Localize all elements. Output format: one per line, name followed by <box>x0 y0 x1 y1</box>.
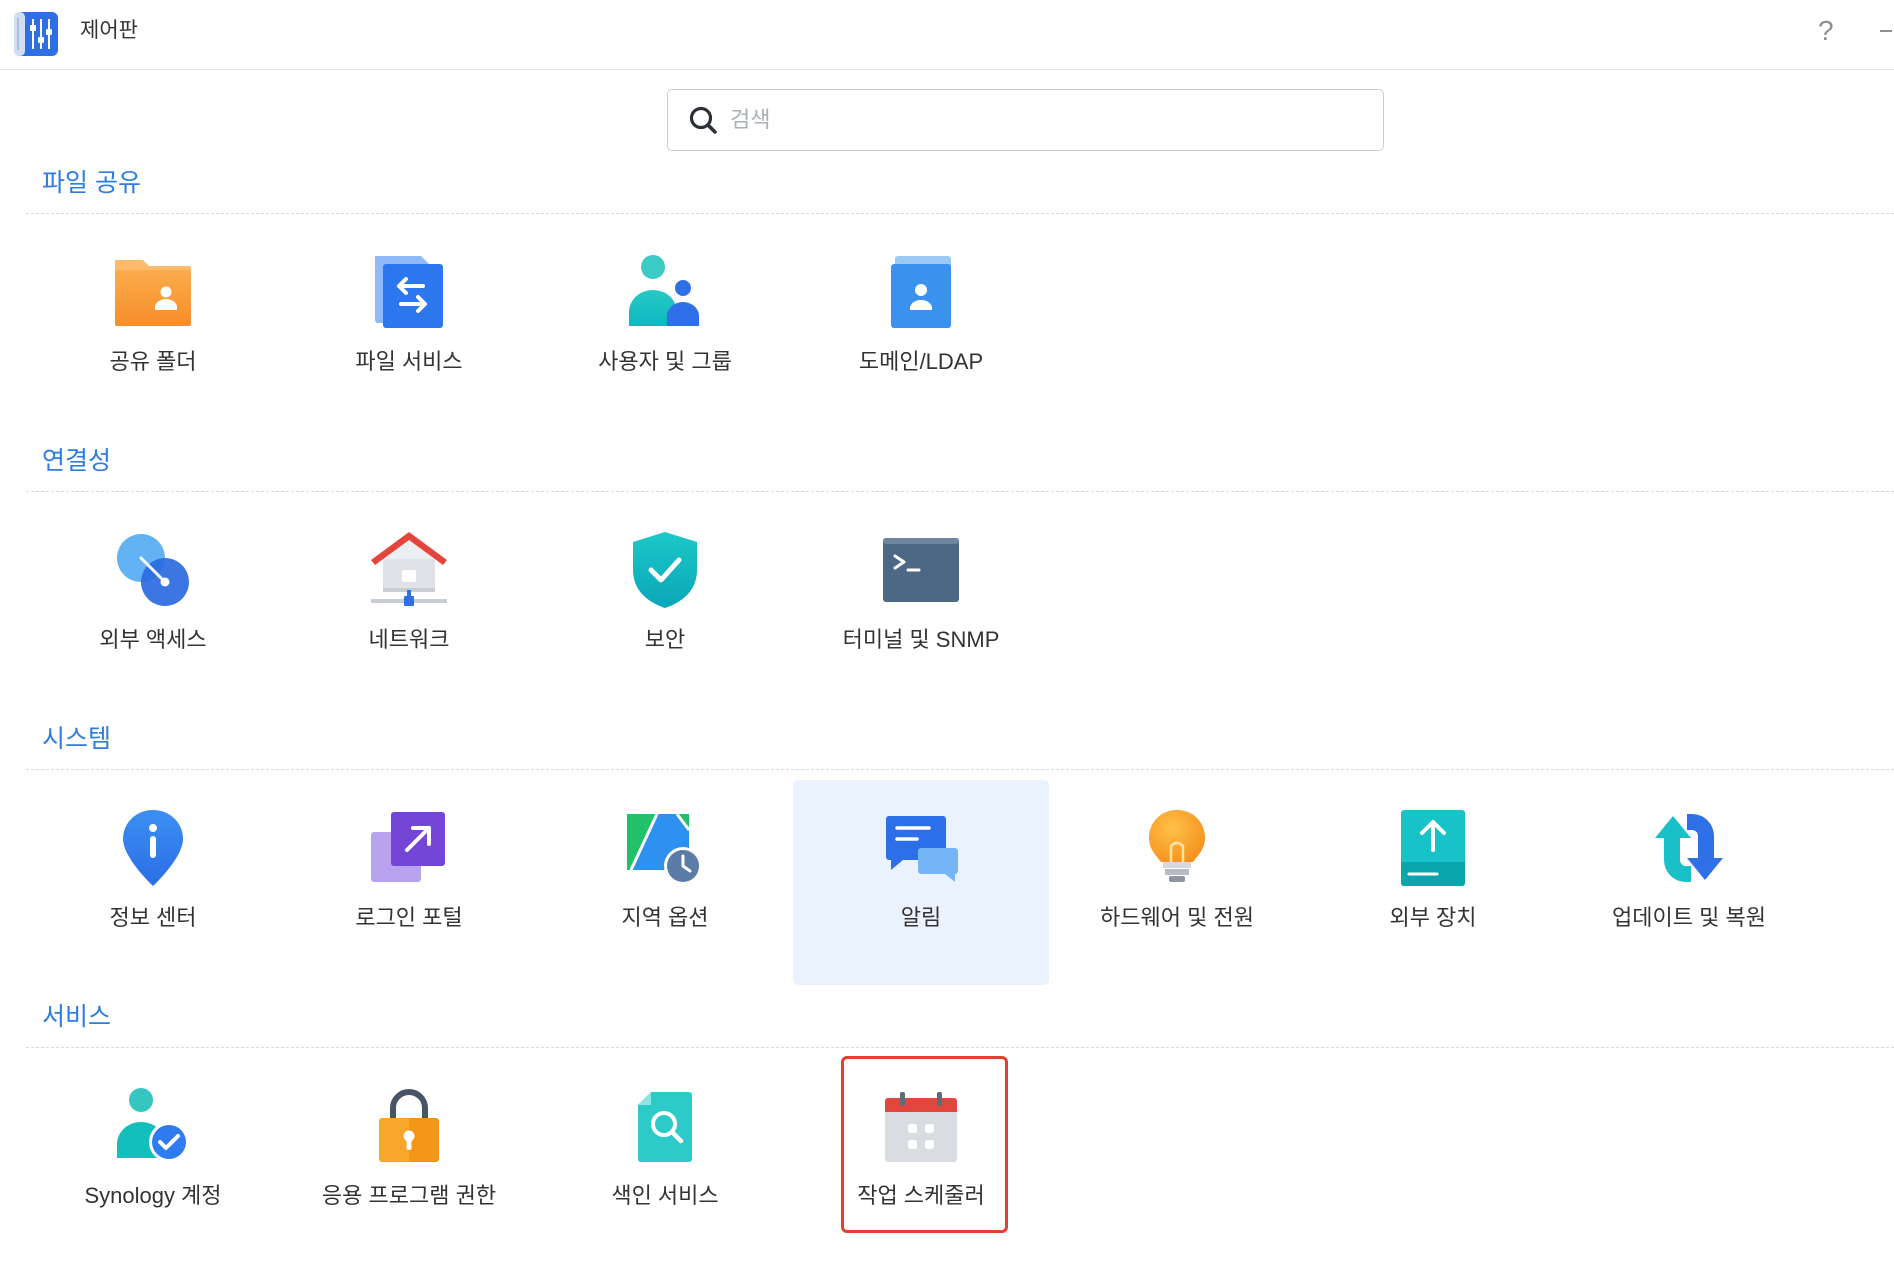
section-header: 서비스 <box>26 994 1894 1048</box>
search-input[interactable] <box>730 90 1350 149</box>
tile-task-scheduler[interactable]: 작업 스케줄러 <box>793 1056 1049 1263</box>
tile-label: 작업 스케줄러 <box>857 1183 985 1208</box>
section-title: 연결성 <box>42 447 112 475</box>
tile-label: 공유 폴더 <box>109 349 197 374</box>
tile-hardware-power[interactable]: 하드웨어 및 전원 <box>1049 780 1305 985</box>
section-grid: 외부 액세스 네트워크 보안 터미널 및 SNMP <box>0 492 1894 716</box>
tile-external-access[interactable]: 외부 액세스 <box>25 502 281 707</box>
tile-label: 응용 프로그램 권한 <box>321 1183 497 1208</box>
tile-label: 파일 서비스 <box>355 349 463 374</box>
window-title: 제어판 <box>80 19 138 42</box>
search-area <box>0 70 1894 160</box>
tile-label: 정보 센터 <box>109 905 197 930</box>
section-header: 시스템 <box>26 716 1894 770</box>
update-restore-icon <box>1649 808 1729 888</box>
tile-update-restore[interactable]: 업데이트 및 복원 <box>1561 780 1817 985</box>
tile-label: 네트워크 <box>368 627 450 652</box>
external-devices-icon <box>1393 808 1473 888</box>
tile-terminal-snmp[interactable]: 터미널 및 SNMP <box>793 502 1049 707</box>
tile-application-privileges[interactable]: 응용 프로그램 권한 <box>281 1058 537 1263</box>
section-grid: 정보 센터 로그인 포털 지역 옵션 알림 하드웨어 및 전원 외부 장치 업데… <box>0 770 1894 994</box>
tile-notification[interactable]: 알림 <box>793 780 1049 985</box>
tile-label: 도메인/LDAP <box>858 349 984 374</box>
task-scheduler-icon <box>881 1086 961 1166</box>
tile-users-groups[interactable]: 사용자 및 그룹 <box>537 224 793 429</box>
minimize-icon[interactable] <box>1880 30 1892 32</box>
application-privileges-icon <box>369 1086 449 1166</box>
tile-label: 외부 장치 <box>1389 905 1477 930</box>
tile-info-center[interactable]: 정보 센터 <box>25 780 281 985</box>
section-services: 서비스 Synology 계정 응용 프로그램 권한 색인 서비스 작업 스케줄… <box>0 994 1894 1272</box>
network-icon <box>369 530 449 610</box>
section-title: 서비스 <box>42 1003 112 1031</box>
tile-indexing-service[interactable]: 색인 서비스 <box>537 1058 793 1263</box>
notification-icon <box>881 808 961 888</box>
tile-file-services[interactable]: 파일 서비스 <box>281 224 537 429</box>
tile-regional-options[interactable]: 지역 옵션 <box>537 780 793 985</box>
tile-label: 터미널 및 SNMP <box>842 627 1000 652</box>
section-title: 시스템 <box>42 725 112 753</box>
section-file-sharing: 파일 공유 공유 폴더 파일 서비스 사용자 및 그룹 도메인/LDAP <box>0 160 1894 438</box>
tile-label: 보안 <box>644 627 686 652</box>
tile-label: Synology 계정 <box>84 1183 222 1208</box>
tile-security[interactable]: 보안 <box>537 502 793 707</box>
regional-options-icon <box>625 808 705 888</box>
hardware-power-icon <box>1137 808 1217 888</box>
tile-shared-folder[interactable]: 공유 폴더 <box>25 224 281 429</box>
tile-label: 외부 액세스 <box>99 627 207 652</box>
section-header: 연결성 <box>26 438 1894 492</box>
external-access-icon <box>113 530 193 610</box>
synology-account-icon <box>113 1086 193 1166</box>
tile-external-devices[interactable]: 외부 장치 <box>1305 780 1561 985</box>
tile-label: 업데이트 및 복원 <box>1612 905 1766 930</box>
tile-label: 로그인 포털 <box>355 905 463 930</box>
section-system: 시스템 정보 센터 로그인 포털 지역 옵션 알림 하드웨어 및 전원 외부 장… <box>0 716 1894 994</box>
indexing-service-icon <box>625 1086 705 1166</box>
login-portal-icon <box>369 808 449 888</box>
terminal-icon <box>881 530 961 610</box>
security-shield-icon <box>625 530 705 610</box>
tile-label: 지역 옵션 <box>621 905 709 930</box>
section-title: 파일 공유 <box>42 169 141 197</box>
search-icon <box>688 105 718 135</box>
tile-label: 색인 서비스 <box>611 1183 719 1208</box>
tile-login-portal[interactable]: 로그인 포털 <box>281 780 537 985</box>
info-center-icon <box>113 808 193 888</box>
domain-ldap-icon <box>881 252 961 332</box>
help-button[interactable]: ? <box>1818 0 1834 62</box>
section-grid: Synology 계정 응용 프로그램 권한 색인 서비스 작업 스케줄러 <box>0 1048 1894 1272</box>
title-bar: 제어판 ? <box>0 0 1894 70</box>
shared-folder-icon <box>113 252 193 332</box>
tile-domain-ldap[interactable]: 도메인/LDAP <box>793 224 1049 429</box>
section-grid: 공유 폴더 파일 서비스 사용자 및 그룹 도메인/LDAP <box>0 214 1894 438</box>
tile-label: 알림 <box>900 905 942 930</box>
search-box[interactable] <box>667 89 1384 151</box>
file-services-icon <box>369 252 449 332</box>
section-connectivity: 연결성 외부 액세스 네트워크 보안 터미널 및 SNMP <box>0 438 1894 716</box>
tile-synology-account[interactable]: Synology 계정 <box>25 1058 281 1263</box>
users-groups-icon <box>625 252 705 332</box>
tile-network[interactable]: 네트워크 <box>281 502 537 707</box>
tile-label: 사용자 및 그룹 <box>598 349 732 374</box>
section-header: 파일 공유 <box>26 160 1894 214</box>
tile-label: 하드웨어 및 전원 <box>1100 905 1254 930</box>
control-panel-app-icon <box>14 11 58 57</box>
